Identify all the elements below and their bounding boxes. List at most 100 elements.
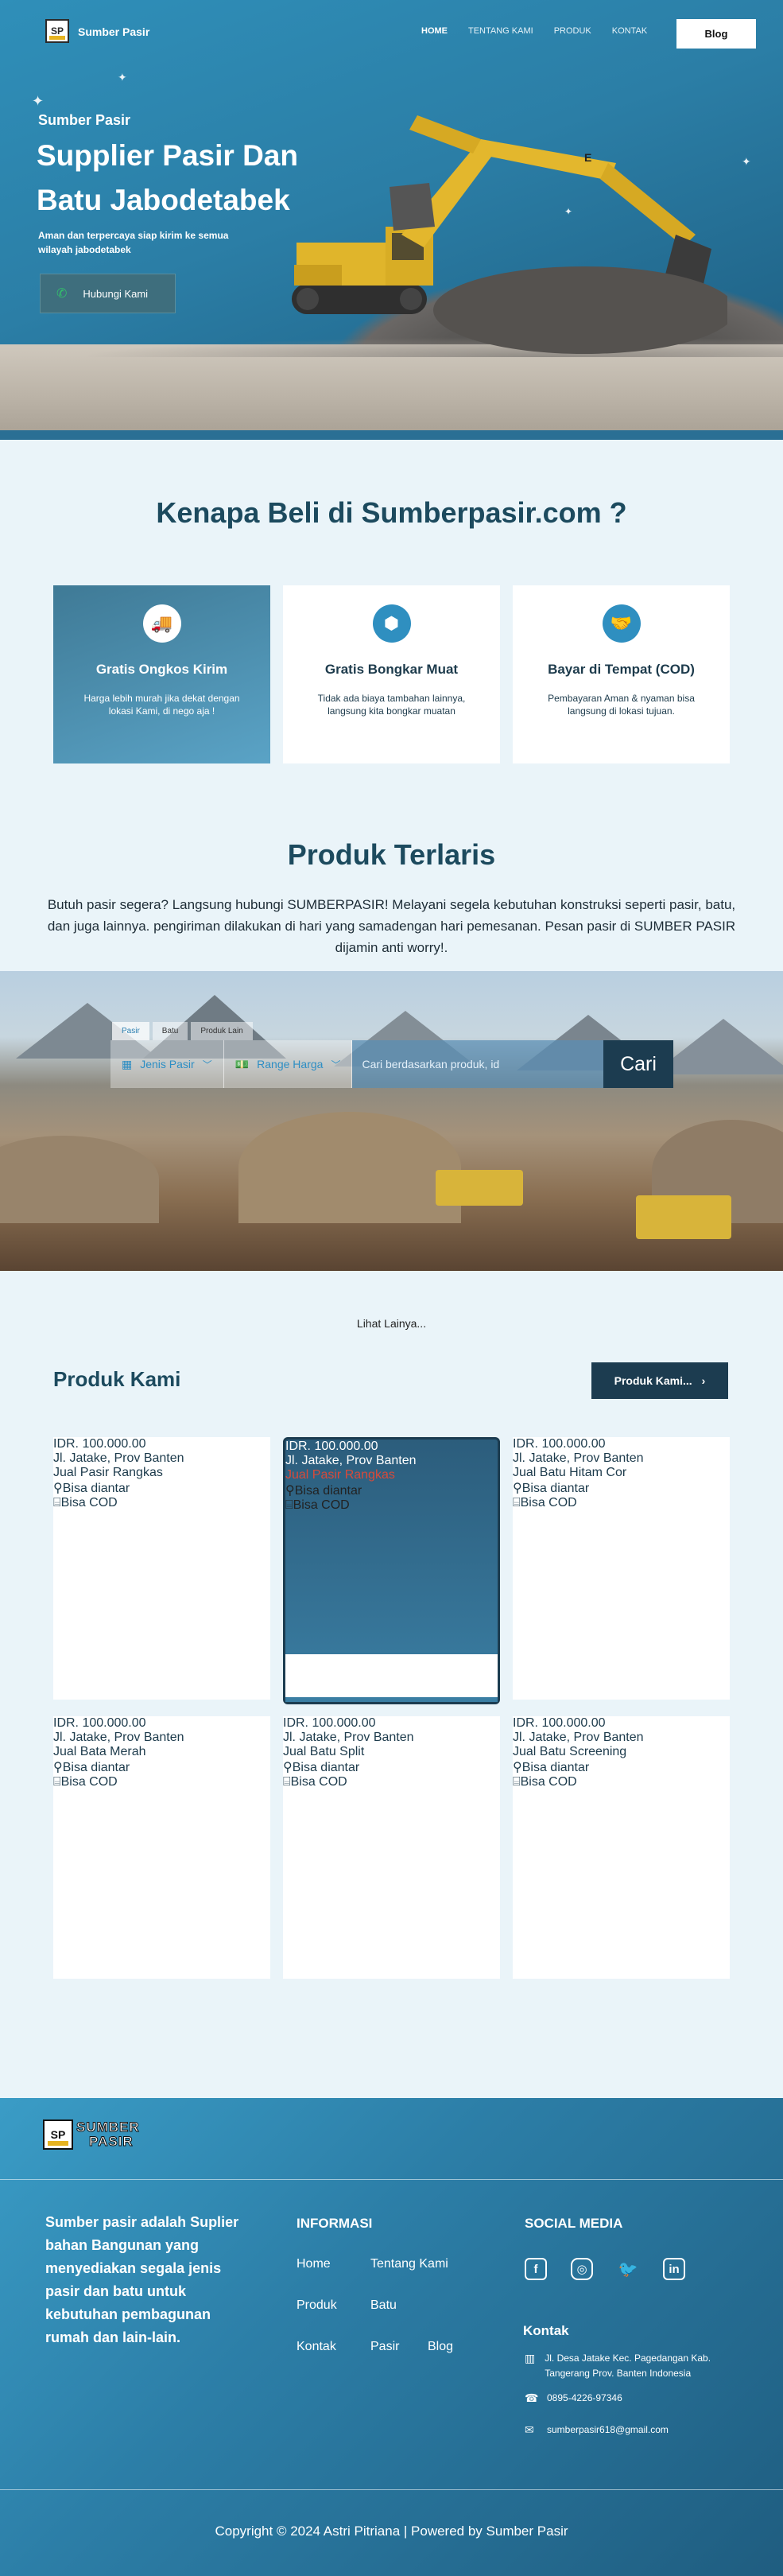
search-input[interactable]: Cari berdasarkan produk, id	[352, 1040, 603, 1088]
product-location: Jl. Jatake, Prov Banten	[53, 1451, 184, 1465]
phone-icon: ☎	[525, 2391, 539, 2404]
logo-word: SUMBER	[76, 2119, 140, 2135]
tab-batu[interactable]: Batu	[152, 1022, 188, 1040]
nav-link-kontak[interactable]: KONTAK	[612, 26, 647, 36]
brand-name[interactable]: Sumber Pasir	[78, 25, 149, 38]
jenis-pasir-select[interactable]: ▦ Jenis Pasir ﹀	[110, 1040, 224, 1088]
nav-link-produk[interactable]: PRODUK	[554, 26, 591, 36]
feature-diantar: ⚲Bisa diantar	[53, 1480, 270, 1496]
product-category: Jual Bata Merah	[53, 1745, 146, 1758]
phone-icon: ✆	[56, 287, 68, 301]
search-button[interactable]: Cari	[603, 1040, 673, 1088]
product-card[interactable]: IDR. 100.000.00 Jl. Jatake, Prov Banten …	[53, 1437, 270, 1700]
nav-link-home[interactable]: HOME	[421, 26, 448, 36]
location-pin-icon: ⚲	[513, 1482, 522, 1495]
blog-button[interactable]: Blog	[676, 19, 756, 49]
cash-register-icon: ⌸	[283, 1775, 291, 1789]
footer-about: Sumber pasir adalah Suplier bahan Bangun…	[45, 2214, 239, 2345]
hubungi-kami-button[interactable]: ✆ Hubungi Kami	[40, 274, 176, 313]
footer-link-batu[interactable]: Batu	[370, 2298, 397, 2313]
quarry-background-image	[0, 971, 783, 1271]
twitter-icon[interactable]: 🐦	[617, 2258, 639, 2280]
product-card-active[interactable]: IDR. 100.000.00 Jl. Jatake, Prov Banten …	[283, 1437, 500, 1704]
footer-logo-words: SUMBER PASIR	[76, 2119, 140, 2149]
chevron-down-icon: ﹀	[202, 1059, 212, 1070]
copyright-text: Copyright © 2024 Astri Pitriana | Powere…	[215, 2524, 568, 2539]
nav-link-tentang-kami[interactable]: TENTANG KAMI	[468, 26, 533, 36]
product-card[interactable]: IDR. 100.000.00 Jl. Jatake, Prov Banten …	[283, 1716, 500, 1979]
product-card-accent	[285, 1697, 498, 1702]
linkedin-icon[interactable]: in	[663, 2258, 685, 2280]
why-title: Kenapa Beli di Sumberpasir.com ?	[156, 496, 627, 529]
search-tabs: Pasir Batu Produk Lain	[112, 1022, 673, 1040]
brand-logo[interactable]: SP	[45, 19, 69, 43]
feature-card-title: Gratis Ongkos Kirim	[95, 662, 228, 677]
logo-text: SP	[50, 25, 64, 37]
lihat-lainya-link[interactable]: Lihat Lainya...	[0, 1317, 783, 1330]
product-location: Jl. Jatake, Prov Banten	[283, 1731, 414, 1744]
range-harga-select[interactable]: 💵 Range Harga ﹀	[224, 1040, 353, 1088]
product-location: Jl. Jatake, Prov Banten	[513, 1451, 644, 1465]
product-location: Jl. Jatake, Prov Banten	[513, 1731, 644, 1744]
product-card[interactable]: IDR. 100.000.00 Jl. Jatake, Prov Banten …	[53, 1716, 270, 1979]
box-icon: ⬢	[372, 604, 411, 643]
hero-eyebrow: Sumber Pasir	[38, 112, 131, 128]
product-location: Jl. Jatake, Prov Banten	[53, 1731, 184, 1744]
cash-register-icon: ⌸	[53, 1775, 61, 1789]
footer-link-produk[interactable]: Produk	[297, 2298, 337, 2313]
facebook-icon[interactable]: f	[525, 2258, 547, 2280]
jenis-pasir-label: Jenis Pasir	[140, 1058, 195, 1070]
social-links: f ◎ 🐦 in	[525, 2258, 685, 2280]
email-text: sumberpasir618@gmail.com	[547, 2424, 669, 2435]
footer-logo-mark: SP	[43, 2119, 73, 2150]
footer-link-home[interactable]: Home	[297, 2257, 331, 2271]
svg-text:E: E	[584, 151, 591, 164]
footer-logo[interactable]: SP SUMBER PASIR	[43, 2119, 140, 2150]
contact-phone[interactable]: ☎ 0895-4226-97346	[525, 2391, 622, 2406]
product-price: IDR. 100.000.00	[513, 1716, 606, 1730]
produk-kami-button[interactable]: Produk Kami... ›	[591, 1362, 728, 1399]
search-bar: ▦ Jenis Pasir ﹀ 💵 Range Harga ﹀ Cari ber…	[110, 1040, 673, 1088]
logo-word: PASIR	[89, 2134, 134, 2149]
product-card[interactable]: IDR. 100.000.00 Jl. Jatake, Prov Banten …	[513, 1437, 730, 1700]
site-footer: SP SUMBER PASIR Sumber pasir adalah Supl…	[0, 2098, 783, 2576]
feature-label: Bisa COD	[290, 1775, 347, 1789]
product-card-footer	[285, 1654, 498, 1702]
feature-label: Bisa diantar	[62, 1761, 130, 1774]
tab-produk-lain[interactable]: Produk Lain	[191, 1022, 253, 1040]
instagram-icon[interactable]: ◎	[571, 2258, 593, 2280]
tab-pasir[interactable]: Pasir	[112, 1022, 149, 1040]
feature-card-ongkir[interactable]: 🚚 Gratis Ongkos Kirim Harga lebih murah …	[53, 585, 270, 763]
logo-text: SP	[50, 2128, 66, 2141]
hero-subtitle: Aman dan terpercaya siap kirim ke semua …	[38, 230, 229, 255]
footer-link-pasir[interactable]: Pasir	[370, 2340, 399, 2354]
feature-card-bongkar[interactable]: ⬢ Gratis Bongkar Muat Tidak ada biaya ta…	[283, 585, 500, 763]
footer-divider	[0, 2489, 783, 2490]
feature-label: Bisa COD	[520, 1775, 577, 1789]
informasi-heading: INFORMASI	[297, 2216, 373, 2231]
product-price: IDR. 100.000.00	[53, 1716, 146, 1730]
contact-email[interactable]: ✉ sumberpasir618@gmail.com	[525, 2423, 669, 2438]
product-category: Jual Pasir Rangkas	[53, 1466, 163, 1479]
sparkle-icon: ✦	[742, 155, 751, 168]
hero-title: Supplier Pasir Dan Batu Jabodetabek	[37, 139, 298, 216]
location-pin-icon: ⚲	[53, 1761, 63, 1774]
product-price: IDR. 100.000.00	[285, 1440, 378, 1453]
product-category: Jual Pasir Rangkas	[285, 1468, 395, 1482]
feature-cod: ⌸Bisa COD	[53, 1775, 270, 1789]
nav-links: HOME TENTANG KAMI PRODUK KONTAK	[421, 26, 668, 36]
hero-section: ✦ ✦ ✦ ✦ E SP Sumber Pasir HOME TENTANG K…	[0, 0, 783, 440]
produk-terlaris-title: Produk Terlaris	[287, 838, 496, 871]
product-price: IDR. 100.000.00	[513, 1437, 606, 1451]
product-card[interactable]: IDR. 100.000.00 Jl. Jatake, Prov Banten …	[513, 1716, 730, 1979]
money-icon: 💵	[235, 1057, 250, 1070]
feature-card-cod[interactable]: 🤝 Bayar di Tempat (COD) Pembayaran Aman …	[513, 585, 730, 763]
footer-link-kontak[interactable]: Kontak	[297, 2340, 336, 2354]
feature-card-text: Harga lebih murah jika dekat dengan loka…	[83, 693, 240, 717]
footer-link-blog[interactable]: Blog	[428, 2340, 453, 2354]
feature-label: Bisa COD	[60, 1496, 118, 1509]
address-text: Jl. Desa Jatake Kec. Pagedangan Kab. Tan…	[545, 2353, 711, 2379]
hubungi-kami-label: Hubungi Kami	[83, 287, 149, 300]
footer-link-tentang-kami[interactable]: Tentang Kami	[370, 2257, 448, 2271]
produk-kami-button-label: Produk Kami...	[614, 1374, 692, 1387]
